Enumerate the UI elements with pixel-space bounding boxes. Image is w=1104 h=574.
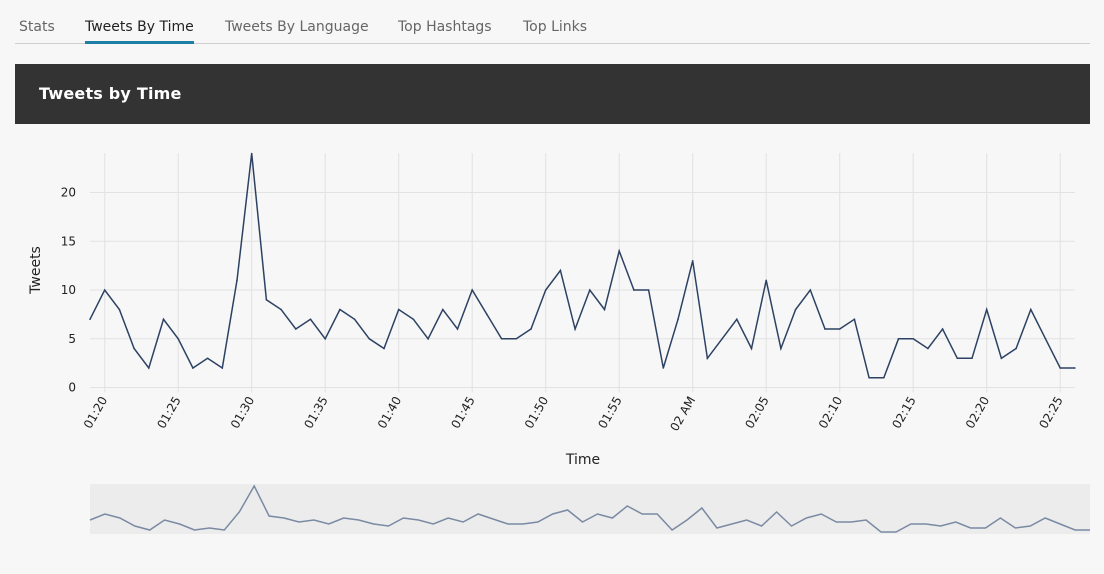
y-tick-label: 0 bbox=[68, 381, 76, 395]
data-point bbox=[838, 328, 841, 330]
y-tick-label: 5 bbox=[68, 332, 76, 346]
data-point bbox=[1059, 367, 1061, 369]
data-point bbox=[148, 367, 150, 369]
data-point bbox=[192, 367, 194, 369]
data-point bbox=[471, 289, 474, 291]
data-point bbox=[1000, 357, 1003, 360]
y-tick-label: 20 bbox=[61, 186, 76, 200]
data-point bbox=[162, 318, 165, 321]
data-point bbox=[603, 308, 606, 311]
data-point bbox=[809, 289, 812, 291]
data-point bbox=[1015, 347, 1017, 350]
data-point bbox=[971, 357, 973, 360]
data-point bbox=[1030, 308, 1032, 311]
data-point bbox=[544, 289, 547, 291]
data-point bbox=[736, 318, 738, 321]
data-point bbox=[221, 367, 224, 369]
data-point bbox=[780, 347, 782, 350]
data-point bbox=[941, 328, 944, 330]
data-point bbox=[824, 328, 826, 330]
data-point bbox=[677, 318, 679, 321]
data-point bbox=[236, 279, 238, 282]
x-axis-label: Time bbox=[565, 452, 600, 468]
data-point bbox=[265, 298, 268, 301]
x-tick-label: 01:55 bbox=[595, 394, 624, 431]
data-point bbox=[118, 308, 121, 311]
x-tick-label: 01:50 bbox=[522, 394, 551, 431]
data-point bbox=[427, 337, 429, 340]
data-point bbox=[765, 279, 767, 282]
data-point bbox=[633, 289, 635, 291]
data-point bbox=[309, 318, 312, 321]
data-point bbox=[206, 357, 209, 360]
data-point bbox=[868, 376, 870, 379]
data-point bbox=[1074, 367, 1076, 369]
data-point bbox=[368, 337, 371, 340]
data-point bbox=[956, 357, 959, 360]
data-point bbox=[133, 347, 135, 350]
data-point bbox=[89, 318, 91, 321]
x-tick-label: 02 AM bbox=[667, 394, 698, 434]
x-tick-label: 02:15 bbox=[889, 394, 918, 431]
data-point bbox=[691, 259, 694, 262]
data-point bbox=[647, 289, 650, 291]
data-points bbox=[89, 152, 1076, 379]
x-tick-label: 01:20 bbox=[81, 394, 110, 431]
data-point bbox=[1044, 337, 1047, 340]
data-point bbox=[912, 337, 914, 340]
tweets-series-line bbox=[89, 153, 1075, 379]
data-point bbox=[662, 367, 665, 369]
data-point bbox=[794, 308, 797, 311]
x-tick-label: 02:20 bbox=[963, 394, 992, 431]
x-tick-label: 01:45 bbox=[448, 394, 477, 431]
data-point bbox=[177, 337, 179, 340]
data-point bbox=[397, 308, 400, 311]
tweets-by-time-chart: 05101520 01:20 01:25 01:30 01:35 01:40 01:45 0… bbox=[28, 152, 1090, 534]
data-point bbox=[295, 328, 297, 330]
data-point bbox=[927, 347, 929, 350]
x-tick-label: 01:25 bbox=[154, 394, 183, 431]
data-point bbox=[515, 337, 518, 340]
data-point bbox=[500, 337, 503, 340]
data-point bbox=[324, 337, 327, 340]
x-tick-label: 01:30 bbox=[228, 394, 257, 431]
data-point bbox=[897, 337, 900, 340]
data-point bbox=[574, 328, 576, 330]
data-point bbox=[412, 318, 415, 321]
y-tick-label: 10 bbox=[61, 283, 76, 297]
data-point bbox=[383, 347, 385, 350]
data-point bbox=[883, 376, 885, 379]
data-point bbox=[103, 289, 106, 291]
data-point bbox=[339, 308, 341, 311]
data-point bbox=[250, 152, 253, 155]
data-point bbox=[353, 318, 356, 321]
data-point bbox=[530, 328, 532, 330]
x-tick-label: 02:05 bbox=[742, 394, 771, 431]
x-tick-label: 02:25 bbox=[1036, 394, 1065, 431]
data-point bbox=[750, 347, 753, 350]
data-point bbox=[618, 250, 620, 252]
data-point bbox=[456, 328, 459, 330]
y-axis: 0 5 10 15 20 bbox=[61, 186, 76, 395]
x-axis: 01:20 01:25 01:30 01:35 01:40 01:45 01:50 01:55… bbox=[81, 394, 1066, 434]
data-point bbox=[853, 318, 856, 321]
data-point bbox=[706, 357, 709, 360]
y-tick-label: 15 bbox=[61, 234, 76, 248]
data-point bbox=[985, 308, 988, 311]
y-axis-label: Tweets bbox=[28, 246, 44, 295]
data-point bbox=[442, 308, 444, 311]
data-point bbox=[589, 289, 591, 291]
data-point bbox=[721, 337, 723, 340]
data-point bbox=[486, 313, 488, 316]
x-tick-label: 02:10 bbox=[816, 394, 845, 431]
data-point bbox=[559, 269, 562, 272]
x-tick-label: 01:40 bbox=[375, 394, 404, 431]
data-point bbox=[280, 308, 282, 311]
x-tick-label: 01:35 bbox=[301, 394, 330, 431]
